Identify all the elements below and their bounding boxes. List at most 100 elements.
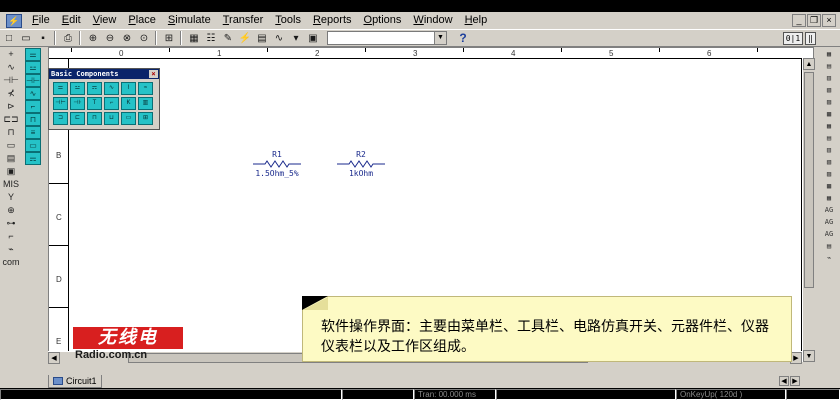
close-icon[interactable]: × bbox=[149, 70, 158, 78]
terminal-icon[interactable]: ⊔ bbox=[104, 112, 119, 125]
inductor-icon[interactable]: ∿ bbox=[104, 82, 119, 95]
capacitor-icon[interactable]: ⊣⊢ bbox=[53, 97, 68, 110]
resistor-icon[interactable]: ⚌ bbox=[25, 48, 41, 61]
postprocessor-icon[interactable]: ∿ bbox=[271, 31, 287, 46]
chevron-down-icon[interactable]: ▼ bbox=[434, 32, 446, 44]
menu-simulate[interactable]: Simulate bbox=[162, 12, 217, 29]
misc-icon[interactable]: MIS bbox=[2, 178, 20, 191]
electromechanical-icon[interactable]: ⊕ bbox=[2, 204, 20, 217]
menu-reports[interactable]: Reports bbox=[307, 12, 358, 29]
tektronix-scope-icon[interactable]: ▤ bbox=[821, 240, 837, 252]
open-folder-icon[interactable]: ▭ bbox=[18, 31, 34, 46]
scroll-up-icon[interactable]: ▲ bbox=[803, 58, 815, 70]
minimize-button[interactable]: _ bbox=[792, 14, 806, 27]
agilent-scope-icon[interactable]: AG bbox=[821, 228, 837, 240]
board-icon[interactable]: ⊞ bbox=[138, 112, 153, 125]
basic-components-palette[interactable]: Basic Components × ⚌ ⚍ ⚎ ∿ ⌇ ≈ ⊣⊢ ⊣⊦ T ⌐… bbox=[48, 68, 160, 130]
menu-view[interactable]: View bbox=[87, 12, 123, 29]
hierarchical-block-icon[interactable]: ⌐ bbox=[2, 230, 20, 243]
probe-icon[interactable]: ⌁ bbox=[821, 252, 837, 264]
grapher-icon[interactable]: ▤ bbox=[254, 31, 270, 46]
menu-options[interactable]: Options bbox=[358, 12, 408, 29]
new-file-icon[interactable]: □ bbox=[1, 31, 17, 46]
source-icon[interactable]: + bbox=[2, 48, 20, 61]
variable-inductor-icon[interactable]: ⌇ bbox=[121, 82, 136, 95]
transfer-icon[interactable]: ▣ bbox=[305, 31, 321, 46]
zoom-area-icon[interactable]: ⊗ bbox=[119, 31, 135, 46]
basic-icon[interactable]: ∿ bbox=[2, 61, 20, 74]
app-icon[interactable]: ⚡ bbox=[6, 13, 22, 28]
electrical-rules-icon[interactable]: ▾ bbox=[288, 31, 304, 46]
menu-place[interactable]: Place bbox=[122, 12, 162, 29]
transistor-icon[interactable]: ⊀ bbox=[2, 87, 20, 100]
menu-file[interactable]: File bbox=[26, 12, 56, 29]
relay-icon[interactable]: K bbox=[121, 97, 136, 110]
scroll-left-icon[interactable]: ◀ bbox=[48, 352, 60, 364]
frequency-counter-icon[interactable]: ▦ bbox=[821, 192, 837, 204]
spreadsheet-icon[interactable]: ▦ bbox=[186, 31, 202, 46]
logic-analyzer-icon[interactable]: ▦ bbox=[821, 120, 837, 132]
connector-icon[interactable]: ▭ bbox=[25, 139, 41, 152]
tab-prev-icon[interactable]: ◀ bbox=[779, 376, 789, 386]
oscilloscope-icon[interactable]: ▧ bbox=[821, 84, 837, 96]
scroll-down-icon[interactable]: ▼ bbox=[803, 350, 815, 362]
print-icon[interactable]: ⎙ bbox=[60, 31, 76, 46]
zoom-in-icon[interactable]: ⊕ bbox=[85, 31, 101, 46]
database-icon[interactable]: ☷ bbox=[203, 31, 219, 46]
spectrum-analyzer-icon[interactable]: ▧ bbox=[821, 156, 837, 168]
misc-digital-icon[interactable]: ▭ bbox=[2, 139, 20, 152]
agilent-generator-icon[interactable]: AG bbox=[821, 204, 837, 216]
diode-icon[interactable]: ⊣⊢ bbox=[2, 74, 20, 87]
header-icon[interactable]: ⊓ bbox=[87, 112, 102, 125]
analysis-icon[interactable]: ⚡ bbox=[237, 31, 253, 46]
wattmeter-icon[interactable]: ▥ bbox=[821, 72, 837, 84]
zoom-out-icon[interactable]: ⊖ bbox=[102, 31, 118, 46]
electrolytic-capacitor-icon[interactable]: ⊣⊦ bbox=[70, 97, 85, 110]
menu-tools[interactable]: Tools bbox=[269, 12, 307, 29]
analog-icon[interactable]: ⊳ bbox=[2, 100, 20, 113]
tab-circuit1[interactable]: Circuit1 bbox=[48, 375, 102, 388]
network-analyzer-icon[interactable]: ▨ bbox=[821, 168, 837, 180]
variable-resistor-icon[interactable]: ⚍ bbox=[25, 61, 41, 74]
pad-icon[interactable]: ▭ bbox=[121, 112, 136, 125]
distortion-analyzer-icon[interactable]: ▤ bbox=[821, 60, 837, 72]
indicator-icon[interactable]: ▣ bbox=[2, 165, 20, 178]
resistor-r1[interactable]: R1 1.5Ohm_5% bbox=[242, 150, 312, 178]
simulate-switch-on-icon[interactable]: 0|1 bbox=[782, 32, 804, 45]
restore-button[interactable]: ❐ bbox=[807, 14, 821, 27]
save-icon[interactable]: ▪ bbox=[35, 31, 51, 46]
logic-converter-icon[interactable]: ▤ bbox=[821, 132, 837, 144]
vertical-scrollbar[interactable]: ▲ ▼ bbox=[802, 58, 815, 362]
menu-window[interactable]: Window bbox=[407, 12, 458, 29]
com-icon[interactable]: com bbox=[2, 256, 20, 269]
in-use-list-combo[interactable]: ▼ bbox=[327, 31, 447, 45]
variable-capacitor-icon[interactable]: T bbox=[87, 97, 102, 110]
word-generator-icon[interactable]: ▩ bbox=[821, 108, 837, 120]
resistor-pack-icon[interactable]: ⚍ bbox=[70, 82, 85, 95]
cmos-icon[interactable]: ⊓ bbox=[2, 126, 20, 139]
mixed-icon[interactable]: ▤ bbox=[2, 152, 20, 165]
hierarchy-icon[interactable]: ⊞ bbox=[161, 31, 177, 46]
resistor-r2[interactable]: R2 1kOhm bbox=[331, 150, 391, 178]
agilent-multimeter-icon[interactable]: AG bbox=[821, 216, 837, 228]
bode-plotter-icon[interactable]: ▨ bbox=[821, 96, 837, 108]
multimeter-icon[interactable]: ▦ bbox=[821, 48, 837, 60]
tab-next-icon[interactable]: ▶ bbox=[790, 376, 800, 386]
coil-icon[interactable]: ≈ bbox=[138, 82, 153, 95]
iv-analyzer-icon[interactable]: ▥ bbox=[821, 144, 837, 156]
help-button[interactable]: ? bbox=[455, 31, 471, 46]
menu-transfer[interactable]: Transfer bbox=[217, 12, 270, 29]
ttl-icon[interactable]: ⊏⊐ bbox=[2, 113, 20, 126]
transformer-icon[interactable]: ≡ bbox=[25, 126, 41, 139]
function-generator-icon[interactable]: ▩ bbox=[821, 180, 837, 192]
scroll-thumb[interactable] bbox=[804, 72, 814, 288]
component-wizard-icon[interactable]: ✎ bbox=[220, 31, 236, 46]
capacitor-icon[interactable]: ⊣⊢ bbox=[25, 74, 41, 87]
socket-icon[interactable]: ⊏ bbox=[70, 112, 85, 125]
potentiometer-icon[interactable]: ⚎ bbox=[25, 152, 41, 165]
connector-icon[interactable]: ⊐ bbox=[53, 112, 68, 125]
rf-icon[interactable]: Y bbox=[2, 191, 20, 204]
switch-icon[interactable]: ⌐ bbox=[104, 97, 119, 110]
menu-help[interactable]: Help bbox=[459, 12, 494, 29]
menu-edit[interactable]: Edit bbox=[56, 12, 87, 29]
